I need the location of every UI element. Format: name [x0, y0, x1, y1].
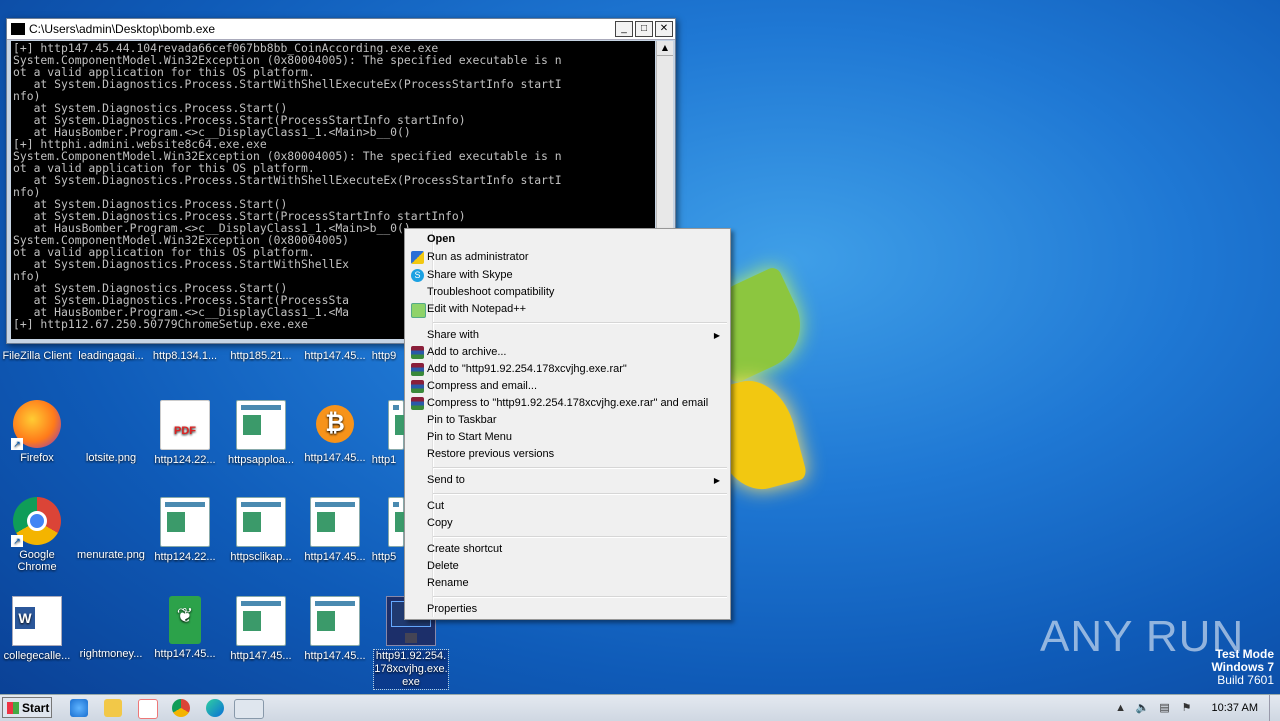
menu-item-rename[interactable]: Rename: [407, 575, 728, 592]
menu-item-open[interactable]: Open: [407, 231, 728, 248]
image-file-icon: [87, 400, 135, 448]
desktop-icon-chrome[interactable]: Google Chrome: [0, 497, 74, 573]
file-explorer-icon[interactable]: [104, 699, 122, 717]
desktop-icon[interactable]: rightmoney...: [74, 596, 148, 660]
maximize-button[interactable]: □: [635, 21, 653, 37]
menu-item-share-skype[interactable]: S Share with Skype: [407, 267, 728, 284]
menu-separator: [433, 493, 727, 495]
submenu-arrow-icon: ▶: [713, 476, 720, 485]
desktop-icon[interactable]: httpsclikap...: [224, 497, 298, 563]
leaf-app-icon: ❦: [169, 596, 201, 644]
winrar-icon: [411, 346, 424, 359]
executable-icon: [236, 400, 286, 450]
image-file-icon: [87, 497, 135, 545]
test-mode-notice: Test Mode Windows 7 Build 7601: [1211, 647, 1274, 687]
menu-item-add-archive[interactable]: Add to archive...: [407, 344, 728, 361]
desktop-icon[interactable]: http147.45...: [298, 596, 372, 662]
console-title: C:\Users\admin\Desktop\bomb.exe: [29, 22, 216, 36]
executable-icon: [236, 497, 286, 547]
menu-item-pin-taskbar[interactable]: Pin to Taskbar: [407, 412, 728, 429]
close-button[interactable]: ✕: [655, 21, 673, 37]
desktop-icon[interactable]: PDF http124.22...: [148, 400, 222, 466]
menu-item-share-with[interactable]: Share with ▶: [407, 327, 728, 344]
system-tray: ▲ 🔈 ▤ ⚑ 10:37 AM: [1114, 695, 1280, 721]
taskbar: Start ▲ 🔈 ▤ ⚑ 10:37 AM: [0, 694, 1280, 721]
desktop-icon[interactable]: http5: [366, 497, 413, 563]
file-icon: [87, 596, 135, 644]
bitcoin-icon: ₿: [316, 405, 354, 443]
desktop-icon-filezilla[interactable]: FileZilla Client: [0, 350, 74, 362]
menu-item-compress-email[interactable]: Compress and email...: [407, 378, 728, 395]
desktop-icon[interactable]: http147.45...: [298, 350, 372, 362]
edge-icon[interactable]: [206, 699, 224, 717]
action-center-flag-icon[interactable]: ⚑: [1180, 701, 1194, 715]
start-button[interactable]: Start: [2, 697, 52, 718]
desktop-icon[interactable]: httpsapploa...: [224, 400, 298, 466]
executable-icon: [310, 497, 360, 547]
desktop-icon[interactable]: lotsite.png: [74, 400, 148, 464]
desktop-icon[interactable]: ❦ http147.45...: [148, 596, 222, 660]
desktop-icon[interactable]: ₿ http147.45...: [298, 400, 372, 464]
notepad-plus-plus-icon: [411, 303, 426, 318]
executable-icon: [388, 497, 413, 547]
show-desktop-button[interactable]: [1269, 695, 1280, 721]
word-document-icon: W: [12, 596, 62, 646]
desktop-icon[interactable]: http124.22...: [148, 497, 222, 563]
console-titlebar[interactable]: C:\Users\admin\Desktop\bomb.exe _ □ ✕: [7, 19, 675, 40]
skype-icon: S: [411, 269, 424, 282]
menu-item-cut[interactable]: Cut: [407, 498, 728, 515]
winrar-icon: [411, 397, 424, 410]
console-icon: [11, 23, 25, 35]
desktop-icon[interactable]: http8.134.1...: [148, 350, 222, 362]
menu-item-pin-start[interactable]: Pin to Start Menu: [407, 429, 728, 446]
clock[interactable]: 10:37 AM: [1212, 702, 1258, 714]
submenu-arrow-icon: ▶: [713, 331, 720, 340]
menu-separator: [433, 536, 727, 538]
pdf-file-icon: PDF: [160, 400, 210, 450]
menu-separator: [433, 467, 727, 469]
menu-item-delete[interactable]: Delete: [407, 558, 728, 575]
desktop-icon[interactable]: http9: [366, 350, 402, 362]
menu-item-run-as-admin[interactable]: Run as administrator: [407, 249, 728, 266]
desktop-icon[interactable]: http147.45...: [298, 497, 372, 563]
menu-item-troubleshoot[interactable]: Troubleshoot compatibility: [407, 284, 728, 301]
volume-icon[interactable]: 🔈: [1136, 701, 1150, 715]
menu-item-properties[interactable]: Properties: [407, 601, 728, 618]
executable-icon: [160, 497, 210, 547]
console-taskbar-button[interactable]: [234, 699, 264, 719]
menu-item-edit-notepad[interactable]: Edit with Notepad++: [407, 301, 728, 318]
firefox-icon: [11, 400, 61, 450]
show-hidden-icons[interactable]: ▲: [1114, 701, 1128, 715]
context-menu: Open Run as administrator S Share with Sk…: [404, 228, 731, 620]
desktop-icon[interactable]: menurate.png: [74, 497, 148, 561]
menu-separator: [433, 596, 727, 598]
menu-item-compress-rar-email[interactable]: Compress to "http91.92.254.178xcvjhg.exe…: [407, 395, 728, 412]
desktop-icon[interactable]: W collegecalle...: [0, 596, 74, 662]
windows-flag-icon: [7, 702, 19, 714]
desktop-icon[interactable]: leadingagai...: [74, 350, 148, 362]
winrar-icon: [411, 380, 424, 393]
scroll-up-icon[interactable]: ▲: [657, 41, 673, 56]
desktop-icon[interactable]: http147.45...: [224, 596, 298, 662]
winrar-icon: [411, 363, 424, 376]
menu-item-send-to[interactable]: Send to ▶: [407, 472, 728, 489]
menu-separator: [433, 322, 727, 324]
uac-shield-icon: [411, 251, 424, 264]
desktop-icon[interactable]: http185.21...: [224, 350, 298, 362]
desktop-icon[interactable]: http1: [366, 400, 413, 466]
executable-icon: [388, 400, 413, 450]
internet-explorer-icon[interactable]: [70, 699, 88, 717]
desktop-icon-firefox[interactable]: Firefox: [0, 400, 74, 464]
menu-item-restore-versions[interactable]: Restore previous versions: [407, 446, 728, 463]
chrome-taskbar-icon[interactable]: [172, 699, 190, 717]
executable-icon: [310, 596, 360, 646]
minimize-button[interactable]: _: [615, 21, 633, 37]
chrome-icon: [11, 497, 61, 547]
media-player-icon[interactable]: [138, 699, 158, 719]
menu-item-add-to-rar[interactable]: Add to "http91.92.254.178xcvjhg.exe.rar": [407, 361, 728, 378]
executable-icon: [236, 596, 286, 646]
menu-item-create-shortcut[interactable]: Create shortcut: [407, 541, 728, 558]
menu-item-copy[interactable]: Copy: [407, 515, 728, 532]
network-icon[interactable]: ▤: [1158, 701, 1172, 715]
